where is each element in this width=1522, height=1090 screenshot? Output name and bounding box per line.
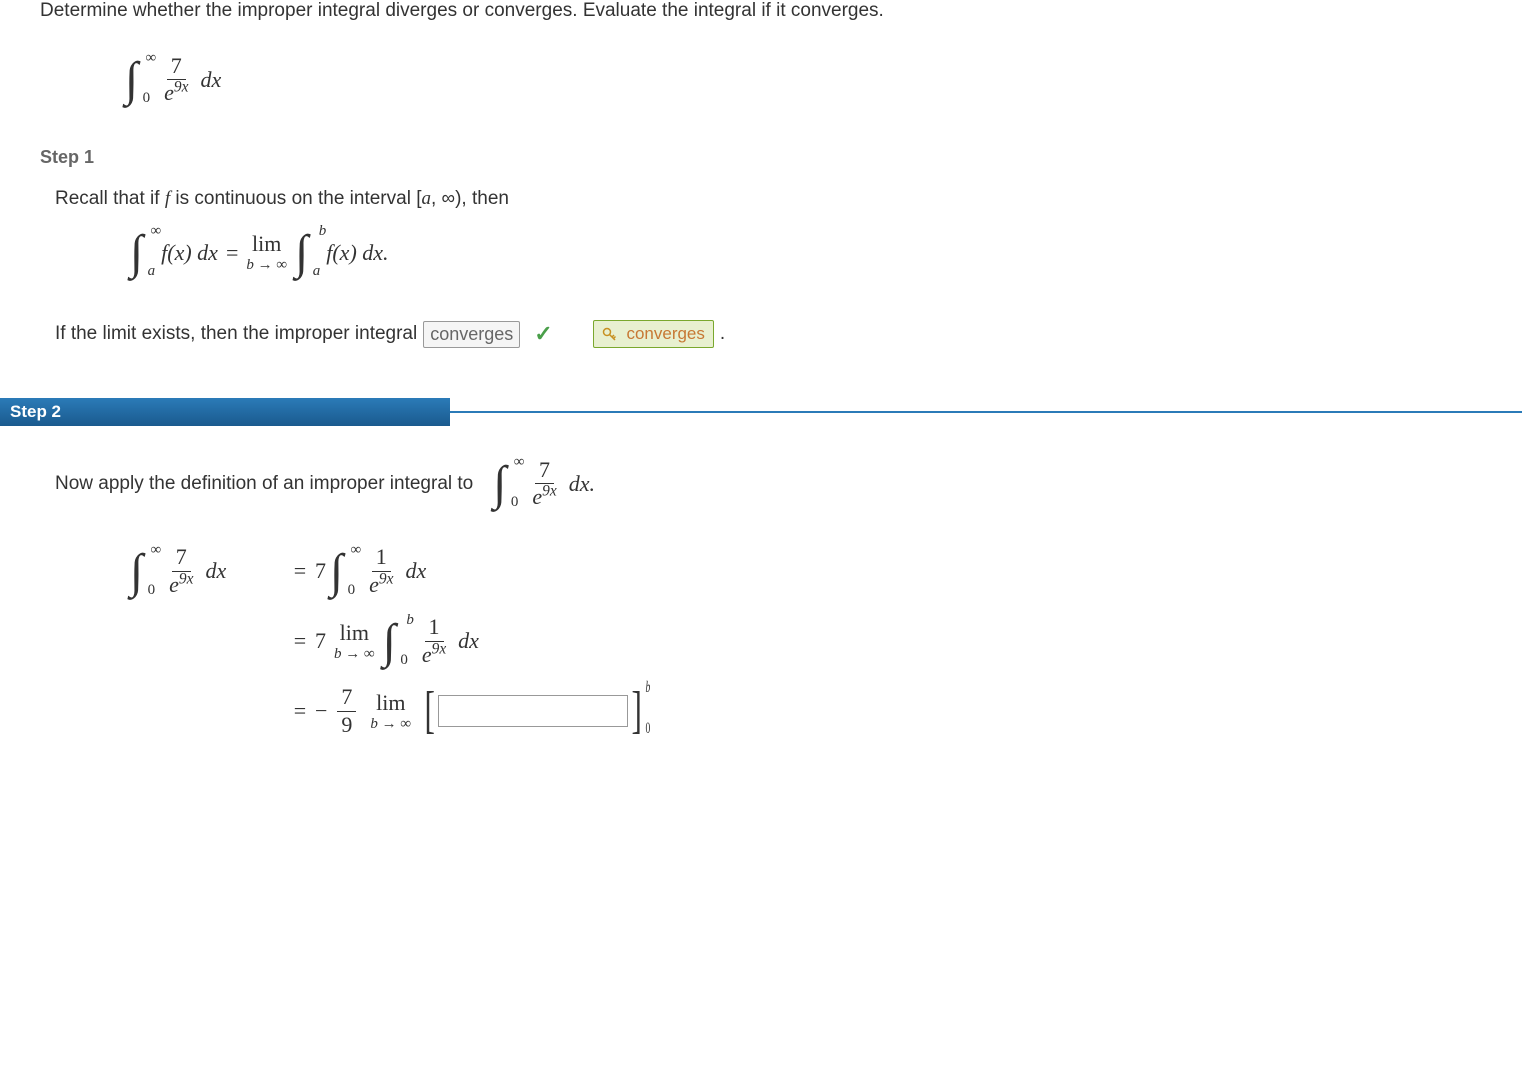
step1-equation: ∫ ∞ a f(x) dx = lim b → ∞ ∫ b a f(x) dx. [130, 225, 1482, 280]
key-icon [602, 327, 618, 343]
step2-header-bar: Step 2 [0, 398, 1522, 426]
step1-header: Step 1 [40, 147, 1482, 168]
step2-text: Now apply the definition of an improper … [55, 456, 1482, 511]
problem-prompt: Determine whether the improper integral … [40, 0, 1482, 22]
antiderivative-input[interactable] [438, 695, 628, 727]
correct-answer-box: converges [593, 320, 714, 348]
check-icon: ✓ [534, 321, 552, 347]
step1-text: Recall that if f is continuous on the in… [55, 188, 1482, 210]
answer-dropdown[interactable]: converges [423, 321, 520, 348]
integral-display: ∫ ∞ 0 7 e9x dx [125, 52, 1482, 107]
step1-limit-sentence: If the limit exists, then the improper i… [55, 320, 1482, 348]
step2-work: ∫ ∞ 0 7 e9x dx = 7 ∫ ∞ 0 [130, 536, 1482, 746]
